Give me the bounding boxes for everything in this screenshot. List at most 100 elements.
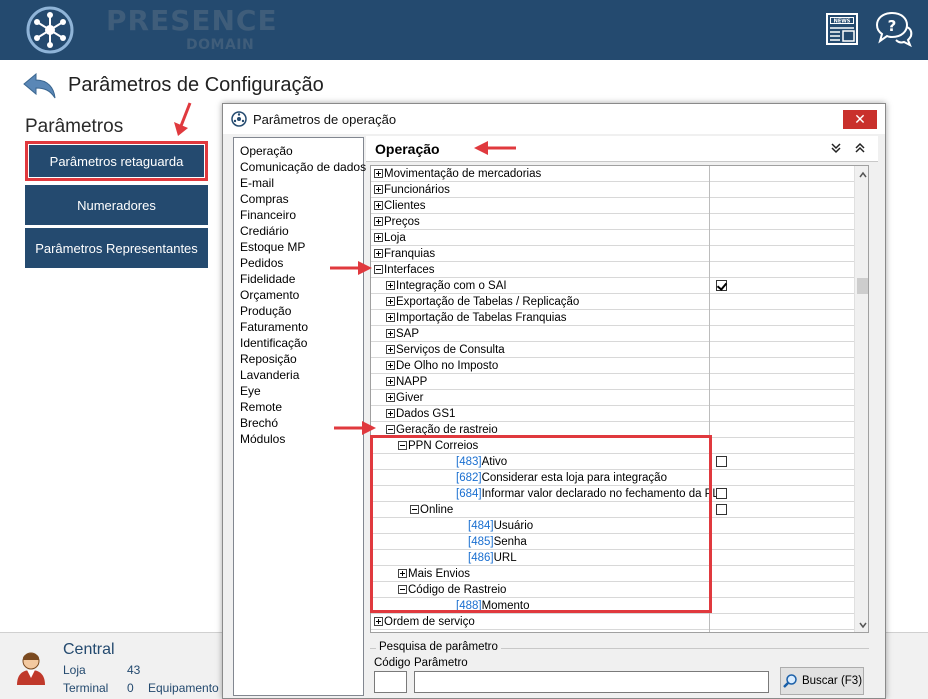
tree-row[interactable]: Franquias (371, 246, 854, 262)
value-cell[interactable] (709, 502, 854, 518)
tree-row[interactable]: Serviços de Consulta (371, 342, 854, 358)
category-item[interactable]: Compras (240, 191, 363, 207)
help-chat-icon[interactable]: ? (874, 10, 914, 48)
value-cell[interactable] (709, 518, 854, 534)
value-cell[interactable] (709, 358, 854, 374)
expand-plus-icon[interactable] (374, 169, 383, 178)
tree-row[interactable]: Importação de Tabelas Franquias (371, 310, 854, 326)
value-cell[interactable] (709, 598, 854, 614)
value-checkbox[interactable] (716, 280, 727, 291)
value-cell[interactable] (709, 550, 854, 566)
expand-plus-icon[interactable] (386, 377, 395, 386)
expand-plus-icon[interactable] (386, 345, 395, 354)
value-cell[interactable] (709, 374, 854, 390)
category-item[interactable]: Comunicação de dados (240, 159, 366, 175)
tree-row[interactable]: Relatório geral (371, 630, 854, 632)
vertical-scrollbar[interactable] (854, 166, 868, 632)
category-item[interactable]: Faturamento (240, 319, 363, 335)
value-cell[interactable] (709, 422, 854, 438)
expand-plus-icon[interactable] (386, 409, 395, 418)
tree-row[interactable]: De Olho no Imposto (371, 358, 854, 374)
expand-plus-icon[interactable] (386, 393, 395, 402)
collapse-minus-icon[interactable] (374, 265, 383, 274)
value-cell[interactable] (709, 630, 854, 632)
expand-plus-icon[interactable] (374, 217, 383, 226)
category-item[interactable]: Eye (240, 383, 363, 399)
close-button[interactable]: ✕ (843, 110, 877, 129)
tree-row[interactable]: SAP (371, 326, 854, 342)
expand-plus-icon[interactable] (386, 329, 395, 338)
value-cell[interactable] (709, 198, 854, 214)
category-item[interactable]: Operação (240, 143, 363, 159)
expand-plus-icon[interactable] (386, 297, 395, 306)
category-item[interactable]: Lavanderia (240, 367, 363, 383)
tree-row[interactable]: NAPP (371, 374, 854, 390)
tree-row[interactable]: Integração com o SAI (371, 278, 854, 294)
parametros-retaguarda-button[interactable]: Parâmetros retaguarda (25, 141, 208, 181)
tree-row[interactable]: Dados GS1 (371, 406, 854, 422)
scrollbar-thumb[interactable] (857, 278, 868, 294)
value-cell[interactable] (709, 182, 854, 198)
tree-row[interactable]: Exportação de Tabelas / Replicação (371, 294, 854, 310)
expand-plus-icon[interactable] (374, 249, 383, 258)
numeradores-button[interactable]: Numeradores (25, 185, 208, 225)
value-cell[interactable] (709, 486, 854, 502)
value-cell[interactable] (709, 310, 854, 326)
value-cell[interactable] (709, 406, 854, 422)
expand-plus-icon[interactable] (386, 281, 395, 290)
category-item[interactable]: Orçamento (240, 287, 363, 303)
value-cell[interactable] (709, 294, 854, 310)
back-arrow-icon[interactable] (22, 72, 58, 100)
category-item[interactable]: Crediário (240, 223, 363, 239)
tree-row[interactable]: Clientes (371, 198, 854, 214)
value-cell[interactable] (709, 230, 854, 246)
expand-plus-icon[interactable] (386, 313, 395, 322)
value-checkbox[interactable] (716, 488, 727, 499)
dialog-titlebar[interactable]: Parâmetros de operação ✕ (223, 104, 885, 134)
collapse-minus-icon[interactable] (386, 425, 395, 434)
news-icon[interactable]: NEWS (824, 12, 860, 46)
category-list[interactable]: Operação Comunicação de dados E-mail Compra… (233, 137, 366, 696)
value-cell[interactable] (709, 454, 854, 470)
value-cell[interactable] (709, 566, 854, 582)
expand-plus-icon[interactable] (374, 185, 383, 194)
expand-plus-icon[interactable] (374, 201, 383, 210)
buscar-button[interactable]: Buscar (F3) (780, 667, 864, 695)
value-checkbox[interactable] (716, 456, 727, 467)
category-item[interactable]: Identificação (240, 335, 363, 351)
scroll-up-icon[interactable] (858, 170, 868, 180)
tree-row[interactable]: Funcionários (371, 182, 854, 198)
tree-row[interactable]: Movimentação de mercadorias (371, 166, 854, 182)
value-cell[interactable] (709, 582, 854, 598)
tree-row[interactable]: Ordem de serviço (371, 614, 854, 630)
value-cell[interactable] (709, 214, 854, 230)
value-cell[interactable] (709, 166, 854, 182)
collapse-all-icon[interactable] (852, 140, 868, 156)
value-cell[interactable] (709, 438, 854, 454)
parametro-input[interactable] (414, 671, 769, 693)
expand-plus-icon[interactable] (374, 233, 383, 242)
value-cell[interactable] (709, 470, 854, 486)
value-cell[interactable] (709, 262, 854, 278)
tree-row[interactable]: Loja (371, 230, 854, 246)
category-item[interactable]: Reposição (240, 351, 363, 367)
scroll-down-icon[interactable] (858, 620, 868, 630)
value-checkbox[interactable] (716, 504, 727, 515)
value-cell[interactable] (709, 534, 854, 550)
expand-plus-icon[interactable] (374, 617, 383, 626)
tree-row[interactable]: Interfaces (371, 262, 854, 278)
expand-all-icon[interactable] (828, 140, 844, 156)
value-cell[interactable] (709, 614, 854, 630)
category-item[interactable]: Produção (240, 303, 363, 319)
codigo-input[interactable] (374, 671, 407, 693)
tree-row[interactable]: Giver (371, 390, 854, 406)
expand-plus-icon[interactable] (386, 361, 395, 370)
value-cell[interactable] (709, 326, 854, 342)
value-cell[interactable] (709, 278, 854, 294)
category-item[interactable]: E-mail (240, 175, 363, 191)
category-item[interactable]: Financeiro (240, 207, 363, 223)
value-cell[interactable] (709, 342, 854, 358)
value-cell[interactable] (709, 390, 854, 406)
tree-row[interactable]: Preços (371, 214, 854, 230)
category-item[interactable]: Estoque MP (240, 239, 363, 255)
